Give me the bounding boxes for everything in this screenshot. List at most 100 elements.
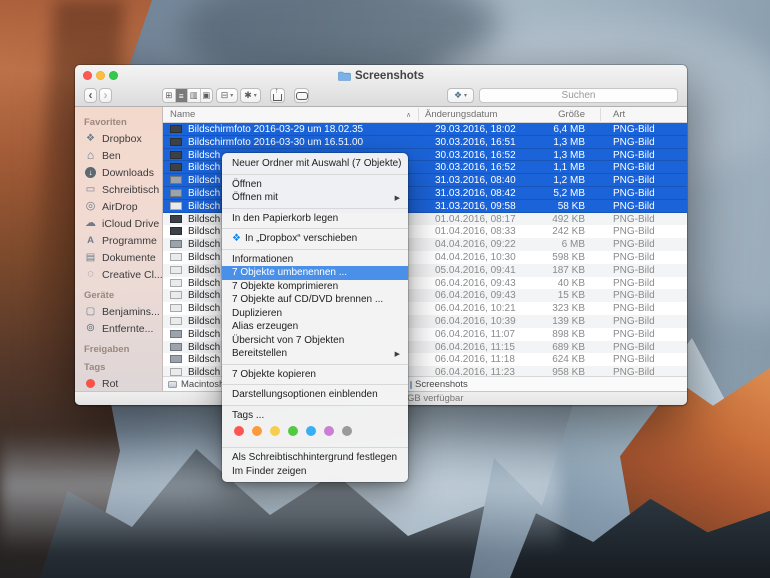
airdrop-icon xyxy=(84,201,97,212)
sidebar-item-dokumente[interactable]: Dokumente xyxy=(84,249,162,266)
menu-item-ffnen-mit[interactable]: Öffnen mit▶ xyxy=(222,191,408,205)
home-icon xyxy=(84,149,97,162)
menu-item-im-finder-zeigen[interactable]: Im Finder zeigen xyxy=(222,465,408,479)
sidebar: Favoriten Dropbox Ben Downloads Schreibtisch… xyxy=(75,107,163,391)
share-button[interactable] xyxy=(270,88,285,103)
sidebar-item-entfernte[interactable]: Entfernte... xyxy=(84,320,162,337)
file-name: Bildsch xyxy=(188,303,220,314)
minimize-button[interactable] xyxy=(96,71,105,80)
menu-item-darstellungsoptionen-einblenden[interactable]: Darstellungsoptionen einblenden xyxy=(222,388,408,402)
file-size: 58 KB xyxy=(558,201,585,212)
menu-item-7-objekte-auf-cd-dvd-brennen[interactable]: 7 Objekte auf CD/DVD brennen ... xyxy=(222,293,408,307)
menu-item-informationen[interactable]: Informationen xyxy=(222,253,408,267)
action-menu-button[interactable]: ✱▾ xyxy=(240,88,261,103)
submenu-arrow-icon: ▶ xyxy=(395,350,400,358)
dropbox-icon xyxy=(84,134,97,144)
menu-item-alias-erzeugen[interactable]: Alias erzeugen xyxy=(222,320,408,334)
menu-item-als-schreibtischhintergrund-festlegen[interactable]: Als Schreibtischhintergrund festlegen xyxy=(222,451,408,465)
column-header-date[interactable]: Änderungsdatum xyxy=(425,109,497,120)
menu-item-7-objekte-komprimieren[interactable]: 7 Objekte komprimieren xyxy=(222,280,408,294)
menu-item-neuer-ordner-mit-auswahl-7-objekte[interactable]: Neuer Ordner mit Auswahl (7 Objekte) xyxy=(222,157,408,171)
sidebar-section-title: Freigaben xyxy=(84,344,162,355)
zoom-button[interactable] xyxy=(109,71,118,80)
menu-item-tags[interactable]: Tags ... xyxy=(222,409,408,423)
file-date: 30.03.2016, 16:51 xyxy=(435,137,516,148)
back-button[interactable]: ‹ xyxy=(84,88,97,103)
path-crumb-folder[interactable]: Screenshots xyxy=(410,379,468,390)
list-view-button[interactable]: ≡ xyxy=(176,89,189,102)
file-size: 492 KB xyxy=(552,214,585,225)
sidebar-section-title: Favoriten xyxy=(84,117,162,128)
menu-item-in-dropbox-verschieben[interactable]: ❖In „Dropbox“ verschieben xyxy=(222,232,408,246)
menu-separator xyxy=(222,405,408,406)
menu-item-bersicht-von-7-objekten[interactable]: Übersicht von 7 Objekten xyxy=(222,334,408,348)
column-view-button[interactable]: ▥ xyxy=(188,89,201,102)
tags-button[interactable] xyxy=(294,88,309,103)
close-button[interactable] xyxy=(83,71,92,80)
folder-icon xyxy=(338,71,351,81)
sidebar-item-schreibtisch[interactable]: Schreibtisch xyxy=(84,181,162,198)
column-header-size[interactable]: Größe xyxy=(558,109,585,120)
sidebar-item-label: Downloads xyxy=(102,167,154,179)
file-name: Bildschirmfoto 2016-03-30 um 16.51.00 xyxy=(188,137,363,148)
file-size: 6,4 MB xyxy=(553,124,585,135)
sidebar-item-label: Creative Cl... xyxy=(102,269,163,281)
tag-color-dot[interactable] xyxy=(324,426,334,436)
menu-item-label: Im Finder zeigen xyxy=(232,466,306,477)
icon-view-button[interactable]: ⊞ xyxy=(163,89,176,102)
file-size: 1,2 MB xyxy=(553,175,585,186)
menu-item-7-objekte-umbenennen[interactable]: 7 Objekte umbenennen ... xyxy=(222,266,408,280)
file-date: 06.04.2016, 11:15 xyxy=(435,342,515,353)
titlebar[interactable]: Screenshots xyxy=(75,65,687,86)
sidebar-item-programme[interactable]: Programme xyxy=(84,232,162,249)
file-name: Bildsch xyxy=(188,252,220,263)
menu-item-7-objekte-kopieren[interactable]: 7 Objekte kopieren xyxy=(222,368,408,382)
table-row[interactable]: Bildschirmfoto 2016-03-29 um 18.02.3529.… xyxy=(163,123,687,136)
file-kind: PNG-Bild xyxy=(613,316,655,327)
column-divider[interactable] xyxy=(418,108,419,121)
sidebar-section-title: Tags xyxy=(84,362,162,373)
path-crumb-disk[interactable]: Macintosh xyxy=(168,379,224,390)
menu-item-duplizieren[interactable]: Duplizieren xyxy=(222,307,408,321)
tag-color-dot[interactable] xyxy=(270,426,280,436)
disk-icon xyxy=(168,381,177,388)
menu-item-in-den-papierkorb-legen[interactable]: In den Papierkorb legen xyxy=(222,212,408,226)
column-divider[interactable] xyxy=(600,108,601,121)
dropbox-toolbar-button[interactable]: ❖▾ xyxy=(447,88,474,103)
sidebar-item-downloads[interactable]: Downloads xyxy=(84,164,162,181)
file-size: 1,3 MB xyxy=(553,150,585,161)
dropbox-icon: ❖ xyxy=(454,90,462,101)
arrange-button[interactable]: ⊟▾ xyxy=(216,88,238,103)
sidebar-item-creative-cl[interactable]: Creative Cl... xyxy=(84,266,162,283)
window-chrome: Screenshots ‹ › ⊞ ≡ ▥ ▣ ⊟▾ ✱▾ xyxy=(75,65,687,107)
forward-button[interactable]: › xyxy=(99,88,112,103)
column-header-kind[interactable]: Art xyxy=(613,109,625,120)
menu-item-bereitstellen[interactable]: Bereitstellen▶ xyxy=(222,347,408,361)
tag-color-dot[interactable] xyxy=(342,426,352,436)
tag-color-dot[interactable] xyxy=(234,426,244,436)
tag-color-dot[interactable] xyxy=(288,426,298,436)
menu-separator xyxy=(222,174,408,175)
sidebar-item-icloud-drive[interactable]: iCloud Drive xyxy=(84,215,162,232)
coverflow-view-button[interactable]: ▣ xyxy=(201,89,213,102)
menu-item-ffnen[interactable]: Öffnen xyxy=(222,178,408,192)
path-crumb-label: Screenshots xyxy=(415,379,468,390)
sidebar-item-label: Ben xyxy=(102,150,121,162)
sidebar-item-dropbox[interactable]: Dropbox xyxy=(84,130,162,147)
sidebar-item-airdrop[interactable]: AirDrop xyxy=(84,198,162,215)
file-name: Bildsch xyxy=(188,214,220,225)
file-name: Bildsch xyxy=(188,239,220,250)
sidebar-item-benjamins[interactable]: Benjamins... xyxy=(84,303,162,320)
file-name: Bildsch xyxy=(188,278,220,289)
table-row[interactable]: Bildschirmfoto 2016-03-30 um 16.51.00 30.… xyxy=(163,136,687,149)
sidebar-item-ben[interactable]: Ben xyxy=(84,147,162,164)
sidebar-item-label: Entfernte... xyxy=(102,323,153,335)
sidebar-item-rot[interactable]: Rot xyxy=(84,375,162,391)
file-kind: PNG-Bild xyxy=(613,303,655,314)
search-input[interactable] xyxy=(479,88,678,103)
file-size: 242 KB xyxy=(552,226,585,237)
tag-color-dot[interactable] xyxy=(252,426,262,436)
file-date: 06.04.2016, 10:21 xyxy=(435,303,516,314)
tag-color-dot[interactable] xyxy=(306,426,316,436)
column-header-name[interactable]: Name xyxy=(170,109,195,120)
